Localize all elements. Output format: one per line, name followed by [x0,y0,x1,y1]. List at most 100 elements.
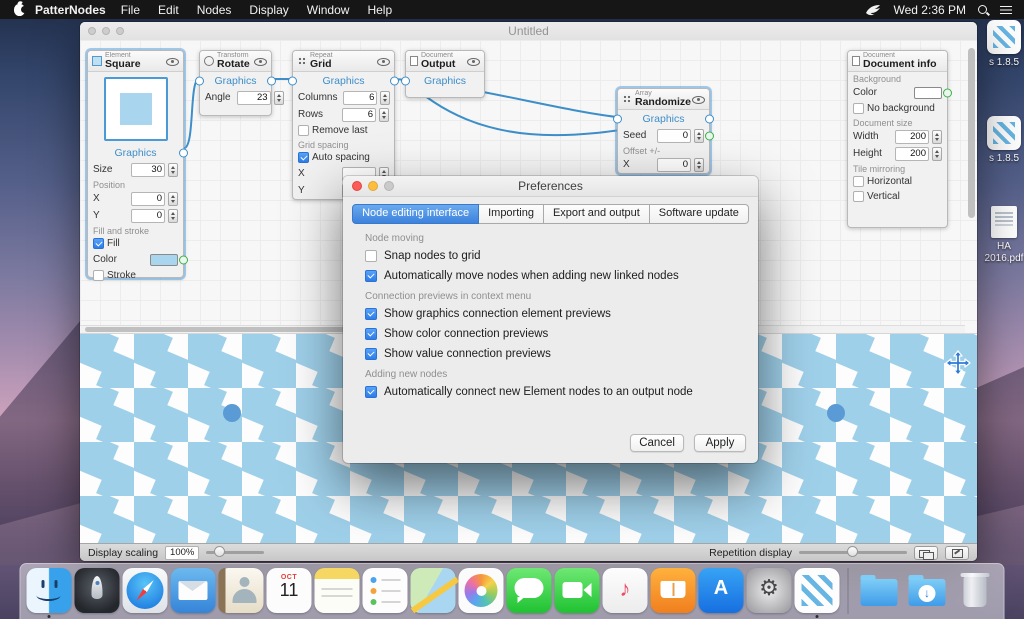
dock-notes[interactable] [315,568,360,613]
angle-input[interactable]: 23 [237,91,271,105]
seed-input[interactable]: 0 [657,129,691,143]
node-header[interactable]: Array Randomize [618,89,709,110]
fill-checkbox[interactable] [93,238,104,249]
dock-reminders[interactable] [363,568,408,613]
dock-finder[interactable] [27,568,72,613]
y-stepper[interactable] [168,209,178,223]
dock-ibooks[interactable] [651,568,696,613]
tab-export-and-output[interactable]: Export and output [544,204,650,224]
node-header[interactable]: Document Document info [848,51,947,72]
tab-node-editing-interface[interactable]: Node editing interface [352,204,479,224]
menu-nodes[interactable]: Nodes [188,3,241,17]
dock-sysprefs[interactable]: ⚙ [747,568,792,613]
height-stepper[interactable] [932,147,942,161]
graphics-port[interactable] [179,148,188,157]
dock-launchpad[interactable] [75,568,120,613]
eye-icon[interactable] [254,57,267,66]
apple-menu-icon[interactable] [14,4,25,16]
window-traffic-lights[interactable] [88,27,124,35]
rows-stepper[interactable] [379,108,389,122]
dock-safari[interactable] [123,568,168,613]
menu-file[interactable]: File [112,3,149,17]
vertical-checkbox[interactable] [853,191,864,202]
repetition-display-slider[interactable] [799,551,907,554]
graphics-in-port[interactable] [613,114,622,123]
columns-input[interactable]: 6 [343,91,377,105]
dock-trash[interactable] [953,568,998,613]
node-array-randomize[interactable]: Array Randomize Graphics Seed 0 [617,88,710,174]
node-header[interactable]: Element Square [88,51,183,72]
desktop-icon-app-0[interactable]: s 1.8.5 [976,20,1024,69]
stroke-checkbox[interactable] [93,270,104,281]
display-scaling-knob[interactable] [214,546,225,557]
graphics-out-port[interactable] [267,76,276,85]
notification-center-icon[interactable] [1000,5,1012,15]
close-button[interactable] [88,27,96,35]
color-port[interactable] [179,255,188,264]
menu-bar-clock[interactable]: Wed 2:36 PM [894,3,966,17]
dock-patternodes[interactable] [795,568,840,613]
app-menu[interactable]: PatterNodes [35,3,106,17]
dock-itunes[interactable]: ♪ [603,568,648,613]
checkbox-show-color-connection-previews[interactable] [365,328,377,340]
node-header[interactable]: Transform Rotate [200,51,271,72]
columns-stepper[interactable] [380,91,390,105]
graphics-in-port[interactable] [401,76,410,85]
x-stepper[interactable] [168,192,178,206]
color-swatch[interactable] [150,254,178,266]
minimize-button[interactable] [102,27,110,35]
y-input[interactable]: 0 [131,209,165,223]
width-input[interactable]: 200 [895,130,929,144]
size-input[interactable]: 30 [131,163,165,177]
dock-folder[interactable] [857,568,902,613]
zoom-button[interactable] [116,27,124,35]
angle-stepper[interactable] [274,91,284,105]
desktop-icon-pdf[interactable]: HA2016.pdf [976,206,1024,264]
repetition-display-knob[interactable] [847,546,858,557]
dock-maps[interactable] [411,568,456,613]
dialog-minimize-button[interactable] [368,181,378,191]
tab-importing[interactable]: Importing [479,204,544,224]
window-titlebar[interactable]: Untitled [80,22,977,41]
dock-photos[interactable] [459,568,504,613]
node-header[interactable]: Document Output [406,51,484,72]
dialog-titlebar[interactable]: Preferences [343,176,758,197]
node-document-info[interactable]: Document Document info Background Color … [847,50,948,228]
checkbox-automatically-connect-new-element-nodes-to-an-output-node[interactable] [365,386,377,398]
cancel-button[interactable]: Cancel [630,434,684,452]
auto-spacing-checkbox[interactable] [298,152,309,163]
fullscreen-preview-button[interactable] [945,546,969,560]
vertical-scrollbar-thumb[interactable] [968,48,975,218]
tab-software-update[interactable]: Software update [650,204,749,224]
seed-port[interactable] [705,131,714,140]
checkbox-automatically-move-nodes-when-adding-new-linked-nodes[interactable] [365,270,377,282]
graphics-in-port[interactable] [195,76,204,85]
eye-icon[interactable] [377,57,390,66]
dock-appstore[interactable]: A [699,568,744,613]
width-stepper[interactable] [932,130,942,144]
dock-mail[interactable] [171,568,216,613]
menu-edit[interactable]: Edit [149,3,188,17]
eye-icon[interactable] [166,57,179,66]
menu-display[interactable]: Display [240,3,297,17]
desktop-icon-app-1[interactable]: s 1.8.5 [976,116,1024,165]
offset-x-input[interactable]: 0 [657,158,691,172]
checkbox-snap-nodes-to-grid[interactable] [365,250,377,262]
checkbox-show-graphics-connection-element-previews[interactable] [365,308,377,320]
spotlight-icon[interactable] [978,5,988,15]
dock-messages[interactable] [507,568,552,613]
checkbox-show-value-connection-previews[interactable] [365,348,377,360]
display-scaling-slider[interactable] [206,551,264,554]
graphics-out-port[interactable] [390,76,399,85]
graphics-out-port[interactable] [705,114,714,123]
repetition-mode-button[interactable] [914,546,938,560]
node-document-output[interactable]: Document Output Graphics [405,50,485,98]
dock-facetime[interactable] [555,568,600,613]
graphics-in-port[interactable] [288,76,297,85]
node-transform-rotate[interactable]: Transform Rotate Graphics Angle 23 [199,50,272,116]
eye-icon[interactable] [467,57,480,66]
horizontal-checkbox[interactable] [853,176,864,187]
doc-color-port[interactable] [943,88,952,97]
size-stepper[interactable] [168,163,178,177]
dock-downloads[interactable]: ↓ [905,568,950,613]
